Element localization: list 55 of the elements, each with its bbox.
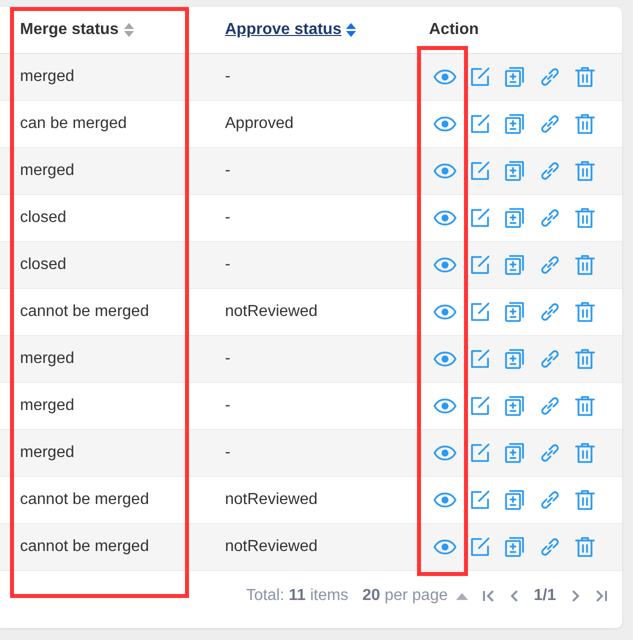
page-size[interactable]: 20 per page xyxy=(362,587,448,605)
diff-icon[interactable] xyxy=(503,112,527,136)
first-page-button[interactable] xyxy=(482,589,496,603)
trash-icon[interactable] xyxy=(573,112,597,136)
diff-icon[interactable] xyxy=(503,300,527,324)
diff-icon[interactable] xyxy=(503,253,527,277)
diff-icon[interactable] xyxy=(503,441,527,465)
edit-icon[interactable] xyxy=(468,488,492,512)
diff-icon[interactable] xyxy=(503,347,527,371)
trash-icon[interactable] xyxy=(573,394,597,418)
edit-icon[interactable] xyxy=(468,159,492,183)
diff-icon[interactable] xyxy=(503,535,527,559)
diff-icon[interactable] xyxy=(503,206,527,230)
trash-icon[interactable] xyxy=(573,65,597,89)
diff-icon[interactable] xyxy=(503,159,527,183)
table-cell: - xyxy=(205,242,409,289)
edit-icon[interactable] xyxy=(468,65,492,89)
table-cell: merged xyxy=(0,54,205,101)
trash-icon[interactable] xyxy=(573,300,597,324)
edit-icon[interactable] xyxy=(468,347,492,371)
edit-icon[interactable] xyxy=(468,206,492,230)
edit-icon[interactable] xyxy=(468,112,492,136)
table-cell: - xyxy=(205,148,409,195)
edit-icon[interactable] xyxy=(468,441,492,465)
total-count: Total: 11 items xyxy=(246,587,348,605)
trash-icon[interactable] xyxy=(573,253,597,277)
edit-icon[interactable] xyxy=(468,300,492,324)
trash-icon[interactable] xyxy=(573,488,597,512)
edit-icon[interactable] xyxy=(468,253,492,277)
diff-icon[interactable] xyxy=(503,488,527,512)
table-cell: - xyxy=(205,336,409,383)
diff-icon[interactable] xyxy=(503,65,527,89)
trash-icon[interactable] xyxy=(573,206,597,230)
table-cell: cannot be merged xyxy=(0,524,205,571)
table-cell: notReviewed xyxy=(205,524,409,571)
trash-icon[interactable] xyxy=(573,347,597,371)
table-cell: merged xyxy=(0,148,205,195)
table-cell: closed xyxy=(0,242,205,289)
edit-icon[interactable] xyxy=(468,535,492,559)
table-cell: - xyxy=(205,430,409,477)
trash-icon[interactable] xyxy=(573,535,597,559)
prev-page-button[interactable] xyxy=(510,589,520,603)
edit-icon[interactable] xyxy=(468,394,492,418)
last-page-button[interactable] xyxy=(594,589,608,603)
trash-icon[interactable] xyxy=(573,441,597,465)
table-cell: - xyxy=(205,54,409,101)
sort-icon[interactable] xyxy=(122,22,135,38)
table-cell: merged xyxy=(0,336,205,383)
sort-icon[interactable] xyxy=(345,22,358,38)
page-indicator: 1/1 xyxy=(534,587,556,605)
caret-up-icon[interactable] xyxy=(456,592,468,600)
diff-icon[interactable] xyxy=(503,394,527,418)
table-cell: merged xyxy=(0,430,205,477)
trash-icon[interactable] xyxy=(573,159,597,183)
next-page-button[interactable] xyxy=(570,589,580,603)
